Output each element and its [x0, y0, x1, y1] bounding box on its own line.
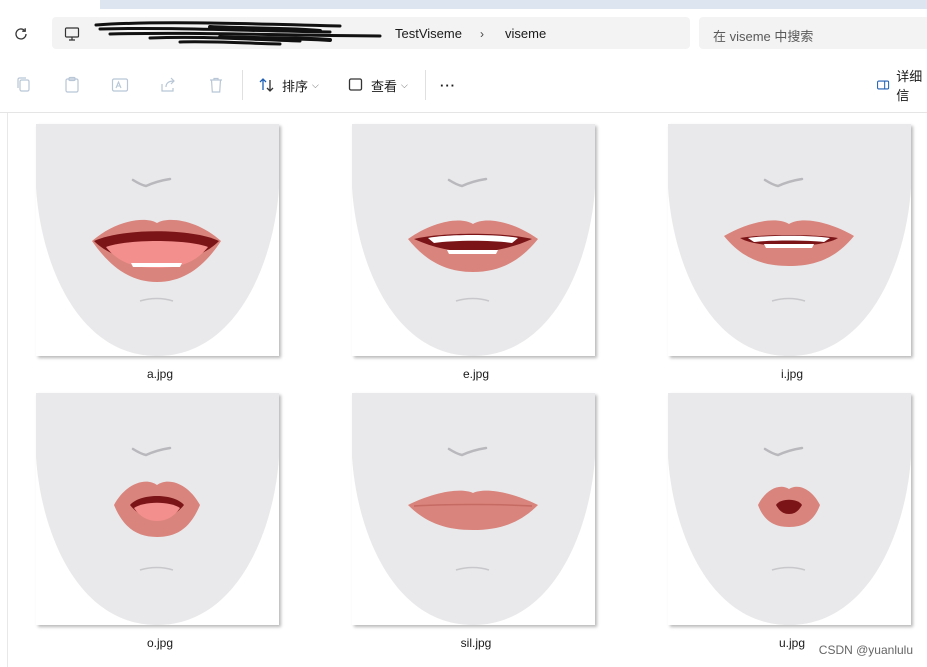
command-bar: 排序 ⌵ 查看 ⌵ ··· 详细信: [0, 58, 927, 113]
thumbnail-i: [668, 124, 911, 356]
chevron-down-icon: ⌵: [312, 79, 319, 90]
viseme-u-image: [668, 393, 911, 625]
thumbnail-sil: [352, 393, 595, 625]
window-tab-area: [100, 0, 927, 9]
view-icon: [348, 78, 363, 91]
share-icon[interactable]: [158, 75, 178, 95]
details-pane-button[interactable]: 详细信: [876, 69, 927, 103]
copy-icon[interactable]: [14, 75, 34, 95]
breadcrumb-separator[interactable]: ›: [480, 26, 484, 42]
computer-icon: [64, 27, 80, 41]
refresh-button[interactable]: [12, 26, 30, 44]
file-grid: a.jpg e.jpg i.jpg o.jpg sil.jpg u.jpg CS…: [0, 113, 927, 667]
watermark-text: CSDN @yuanlulu: [818, 643, 913, 657]
file-name: i.jpg: [780, 367, 803, 381]
breadcrumb-viseme[interactable]: viseme: [505, 26, 546, 42]
refresh-icon: [15, 28, 27, 40]
chevron-down-icon: ⌵: [401, 79, 408, 90]
viseme-i-image: [668, 124, 911, 356]
title-strip: [0, 0, 927, 9]
search-input[interactable]: 在 viseme 中搜索: [699, 17, 927, 49]
thumbnail-e: [352, 124, 595, 356]
toolbar-divider: [425, 70, 426, 100]
pane-border: [7, 113, 8, 667]
more-options-button[interactable]: ···: [440, 75, 456, 95]
paste-icon[interactable]: [62, 75, 82, 95]
details-label: 详细信: [896, 69, 923, 103]
search-placeholder: 在 viseme 中搜索: [713, 29, 814, 44]
toolbar-divider: [242, 70, 243, 100]
delete-icon[interactable]: [206, 75, 226, 95]
address-field[interactable]: TestViseme › viseme: [52, 17, 690, 49]
sort-label: 排序: [282, 78, 309, 94]
rename-icon[interactable]: [110, 75, 130, 95]
thumbnail-o: [36, 393, 279, 625]
redacted-path-scribble: [94, 21, 382, 46]
thumbnail-u: [668, 393, 911, 625]
sort-icon: [259, 78, 274, 92]
view-button[interactable]: 查看 ⌵: [347, 75, 408, 95]
viseme-sil-image: [352, 393, 595, 625]
file-name: a.jpg: [146, 367, 174, 381]
file-name: e.jpg: [462, 367, 490, 381]
breadcrumb-testviseme[interactable]: TestViseme: [395, 26, 462, 42]
view-label: 查看: [371, 78, 398, 94]
sort-button[interactable]: 排序 ⌵: [258, 75, 319, 95]
details-pane-icon: [877, 80, 890, 90]
address-bar-row: TestViseme › viseme 在 viseme 中搜索: [0, 9, 927, 58]
file-name: sil.jpg: [460, 636, 492, 650]
viseme-a-image: [36, 124, 279, 356]
file-name: o.jpg: [146, 636, 174, 650]
thumbnail-a: [36, 124, 279, 356]
viseme-o-image: [36, 393, 279, 625]
viseme-e-image: [352, 124, 595, 356]
